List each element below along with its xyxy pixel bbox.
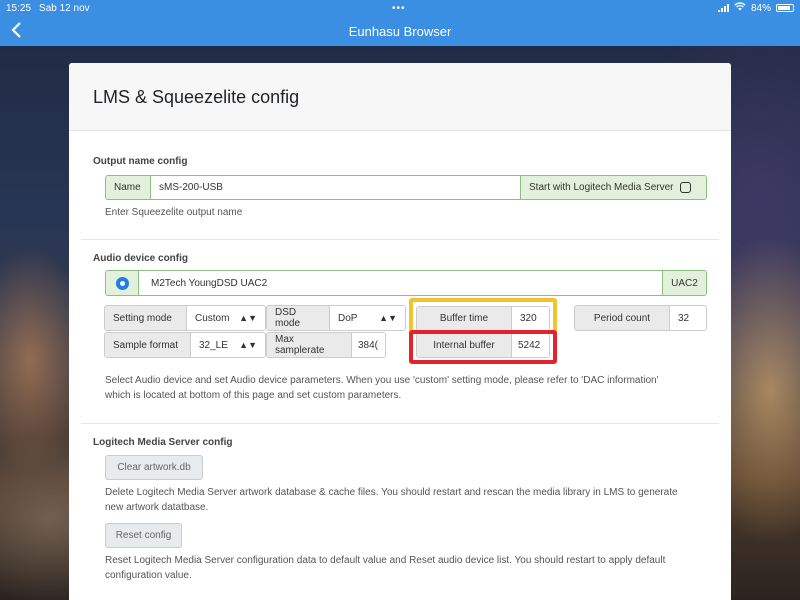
divider [81, 239, 719, 240]
output-section-title: Output name config [93, 156, 188, 167]
reset-config-help: Reset Logitech Media Server configuratio… [105, 553, 665, 583]
clear-artwork-help: Delete Logitech Media Server artwork dat… [105, 485, 678, 515]
audio-help-line-1: Select Audio device and set Audio device… [105, 375, 659, 386]
dsd-mode-select[interactable]: DoP ▲▼ [330, 306, 405, 330]
reset-help-line-1: Reset Logitech Media Server configuratio… [105, 555, 666, 566]
reset-config-button[interactable]: Reset config [105, 523, 182, 548]
divider [81, 423, 719, 424]
cellular-signal-icon [717, 4, 729, 12]
start-with-lms-checkbox[interactable] [679, 182, 691, 193]
max-samplerate-group: Max samplerate 384( [266, 332, 386, 358]
status-bar: 15:25 Sab 12 nov ••• 84% [0, 0, 800, 16]
status-date: Sab 12 nov [39, 2, 90, 14]
battery-icon [776, 4, 794, 12]
setting-mode-select[interactable]: Custom ▲▼ [187, 306, 265, 330]
wifi-icon [734, 2, 746, 14]
status-time: 15:25 [6, 2, 32, 14]
output-name-group: Name sMS-200-USB Start with Logitech Med… [105, 175, 707, 200]
audio-device-name: M2Tech YoungDSD UAC2 [139, 271, 662, 295]
setting-mode-label: Setting mode [105, 306, 186, 330]
lms-section-title: Logitech Media Server config [93, 437, 233, 448]
device-radio[interactable] [106, 271, 138, 295]
dsd-mode-group: DSD mode DoP ▲▼ [266, 305, 406, 331]
reset-help-line-2: configuration value. [105, 570, 192, 581]
buffer-time-highlight [409, 298, 557, 334]
dsd-mode-label: DSD mode [267, 306, 329, 330]
clear-help-line-2: new artwork datatbase. [105, 502, 209, 513]
radio-selected-icon[interactable] [115, 276, 129, 290]
back-chevron-icon[interactable] [10, 21, 22, 43]
setting-mode-value: Custom [195, 312, 230, 324]
config-card: LMS & Squeezelite config Output name con… [69, 63, 731, 600]
internal-buffer-highlight [409, 330, 557, 364]
sample-format-group: Sample format 32_LE ▲▼ [104, 332, 266, 358]
name-addon-label: Name [106, 176, 150, 199]
audio-help-text: Select Audio device and set Audio device… [105, 373, 659, 403]
sample-format-label: Sample format [105, 333, 190, 357]
battery-percent: 84% [750, 2, 771, 14]
period-count-input[interactable]: 32 [670, 306, 706, 330]
sample-format-select[interactable]: 32_LE ▲▼ [191, 333, 265, 357]
setting-mode-group: Setting mode Custom ▲▼ [104, 305, 266, 331]
select-updown-icon: ▲▼ [379, 313, 397, 323]
browser-title: Eunhasu Browser [348, 23, 452, 39]
clear-help-line-1: Delete Logitech Media Server artwork dat… [105, 487, 678, 498]
browser-navbar: Eunhasu Browser [0, 16, 800, 46]
dsd-mode-value: DoP [338, 312, 358, 324]
max-samplerate-input[interactable]: 384( [352, 333, 385, 357]
max-samplerate-label: Max samplerate [267, 333, 351, 357]
audio-help-line-2: which is located at bottom of this page … [105, 390, 402, 401]
start-with-lms-toggle[interactable]: Start with Logitech Media Server [521, 176, 706, 199]
device-uac-tag: UAC2 [663, 271, 706, 295]
output-name-input[interactable]: sMS-200-USB [151, 176, 520, 199]
period-count-label: Period count [575, 306, 669, 330]
select-updown-icon: ▲▼ [239, 313, 257, 323]
clear-artwork-button[interactable]: Clear artwork.db [105, 455, 203, 480]
period-count-group: Period count 32 [574, 305, 707, 331]
output-help-text: Enter Squeezelite output name [105, 207, 243, 218]
audio-section-title: Audio device config [93, 253, 189, 264]
audio-device-group: M2Tech YoungDSD UAC2 UAC2 [105, 270, 707, 296]
start-with-lms-label: Start with Logitech Media Server [529, 182, 674, 193]
card-header: LMS & Squeezelite config [69, 63, 731, 131]
select-updown-icon: ▲▼ [239, 340, 257, 350]
multitasking-dots-icon[interactable]: ••• [392, 3, 406, 14]
page-title: LMS & Squeezelite config [93, 87, 300, 107]
sample-format-value: 32_LE [199, 339, 228, 351]
